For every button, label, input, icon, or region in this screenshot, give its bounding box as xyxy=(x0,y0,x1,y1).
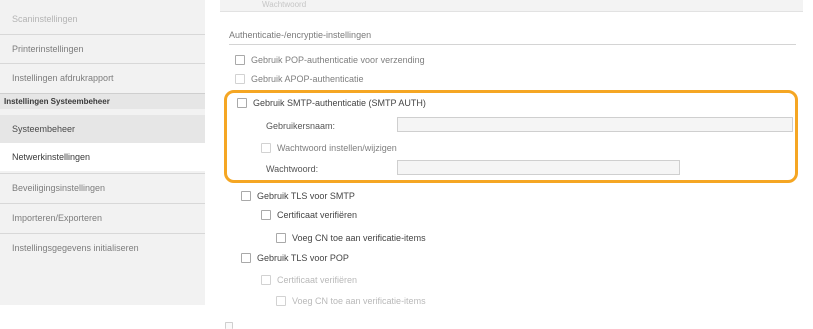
sidebar-item-report-settings[interactable]: Instellingen afdrukrapport xyxy=(0,63,205,91)
set-password-label: Wachtwoord instellen/wijzigen xyxy=(277,143,397,153)
sidebar-item-system-management[interactable]: Systeembeheer xyxy=(0,115,205,143)
sidebar-item-scan-settings[interactable]: Scaninstellingen xyxy=(0,5,205,33)
username-label: Gebruikersnaam: xyxy=(266,121,336,131)
add-cn-smtp-row: Voeg CN toe aan verificatie-items xyxy=(276,231,426,245)
add-cn-pop-row: Voeg CN toe aan verificatie-items xyxy=(276,294,426,308)
add-cn-smtp-checkbox[interactable] xyxy=(276,233,286,243)
verify-cert-pop-row: Certificaat verifiëren xyxy=(261,273,357,287)
verify-cert-smtp-label: Certificaat verifiëren xyxy=(277,210,358,220)
next-checkbox-partial[interactable] xyxy=(225,322,233,329)
verify-cert-smtp-row: Certificaat verifiëren xyxy=(261,208,357,222)
sidebar-item-initialize-settings[interactable]: Instellingsgegevens initialiseren xyxy=(0,233,205,261)
sidebar-item-security-settings[interactable]: Beveiligingsinstellingen xyxy=(0,173,205,201)
smtp-auth-checkbox[interactable] xyxy=(237,98,247,108)
verify-cert-smtp-checkbox[interactable] xyxy=(261,210,271,220)
tls-pop-checkbox[interactable] xyxy=(241,253,251,263)
tls-pop-row: Gebruik TLS voor POP xyxy=(241,251,349,265)
pop-auth-row: Gebruik POP-authenticatie voor verzendin… xyxy=(235,53,425,67)
add-cn-smtp-label: Voeg CN toe aan verificatie-items xyxy=(292,233,426,243)
set-password-checkbox[interactable] xyxy=(261,143,271,153)
verify-cert-pop-label: Certificaat verifiëren xyxy=(277,275,358,285)
set-password-row: Wachtwoord instellen/wijzigen xyxy=(261,141,397,155)
add-cn-pop-checkbox[interactable] xyxy=(276,296,286,306)
pop-auth-label: Gebruik POP-authenticatie voor verzendin… xyxy=(251,55,425,65)
verify-cert-pop-checkbox[interactable] xyxy=(261,275,271,285)
sidebar-item-import-export[interactable]: Importeren/Exporteren xyxy=(0,203,205,231)
section-divider xyxy=(229,44,796,45)
sidebar-item-network-settings[interactable]: Netwerkinstellingen xyxy=(0,143,205,171)
password-field[interactable] xyxy=(397,160,680,175)
pop-auth-checkbox[interactable] xyxy=(235,55,245,65)
password-label: Wachtwoord: xyxy=(266,164,319,174)
apop-auth-label: Gebruik APOP-authenticatie xyxy=(251,74,364,84)
sidebar-group-header: Instellingen Systeembeheer xyxy=(0,93,205,109)
tls-smtp-label: Gebruik TLS voor SMTP xyxy=(257,191,355,201)
main-content: Wachtwoord Authenticatie-/encryptie-inst… xyxy=(205,0,813,329)
tls-smtp-row: Gebruik TLS voor SMTP xyxy=(241,189,355,203)
previous-field-label: Wachtwoord xyxy=(262,0,307,9)
settings-page: Scaninstellingen Printerinstellingen Ins… xyxy=(0,0,813,329)
section-title: Authenticatie-/encryptie-instellingen xyxy=(229,30,372,40)
sidebar-item-printer-settings[interactable]: Printerinstellingen xyxy=(0,34,205,62)
username-field[interactable] xyxy=(397,117,793,132)
previous-field-row: Wachtwoord xyxy=(220,0,803,12)
smtp-auth-label: Gebruik SMTP-authenticatie (SMTP AUTH) xyxy=(253,98,426,108)
apop-auth-checkbox[interactable] xyxy=(235,74,245,84)
tls-pop-label: Gebruik TLS voor POP xyxy=(257,253,349,263)
apop-auth-row: Gebruik APOP-authenticatie xyxy=(235,72,364,86)
tls-smtp-checkbox[interactable] xyxy=(241,191,251,201)
sidebar: Scaninstellingen Printerinstellingen Ins… xyxy=(0,0,205,305)
add-cn-pop-label: Voeg CN toe aan verificatie-items xyxy=(292,296,426,306)
smtp-auth-row: Gebruik SMTP-authenticatie (SMTP AUTH) xyxy=(237,96,426,110)
